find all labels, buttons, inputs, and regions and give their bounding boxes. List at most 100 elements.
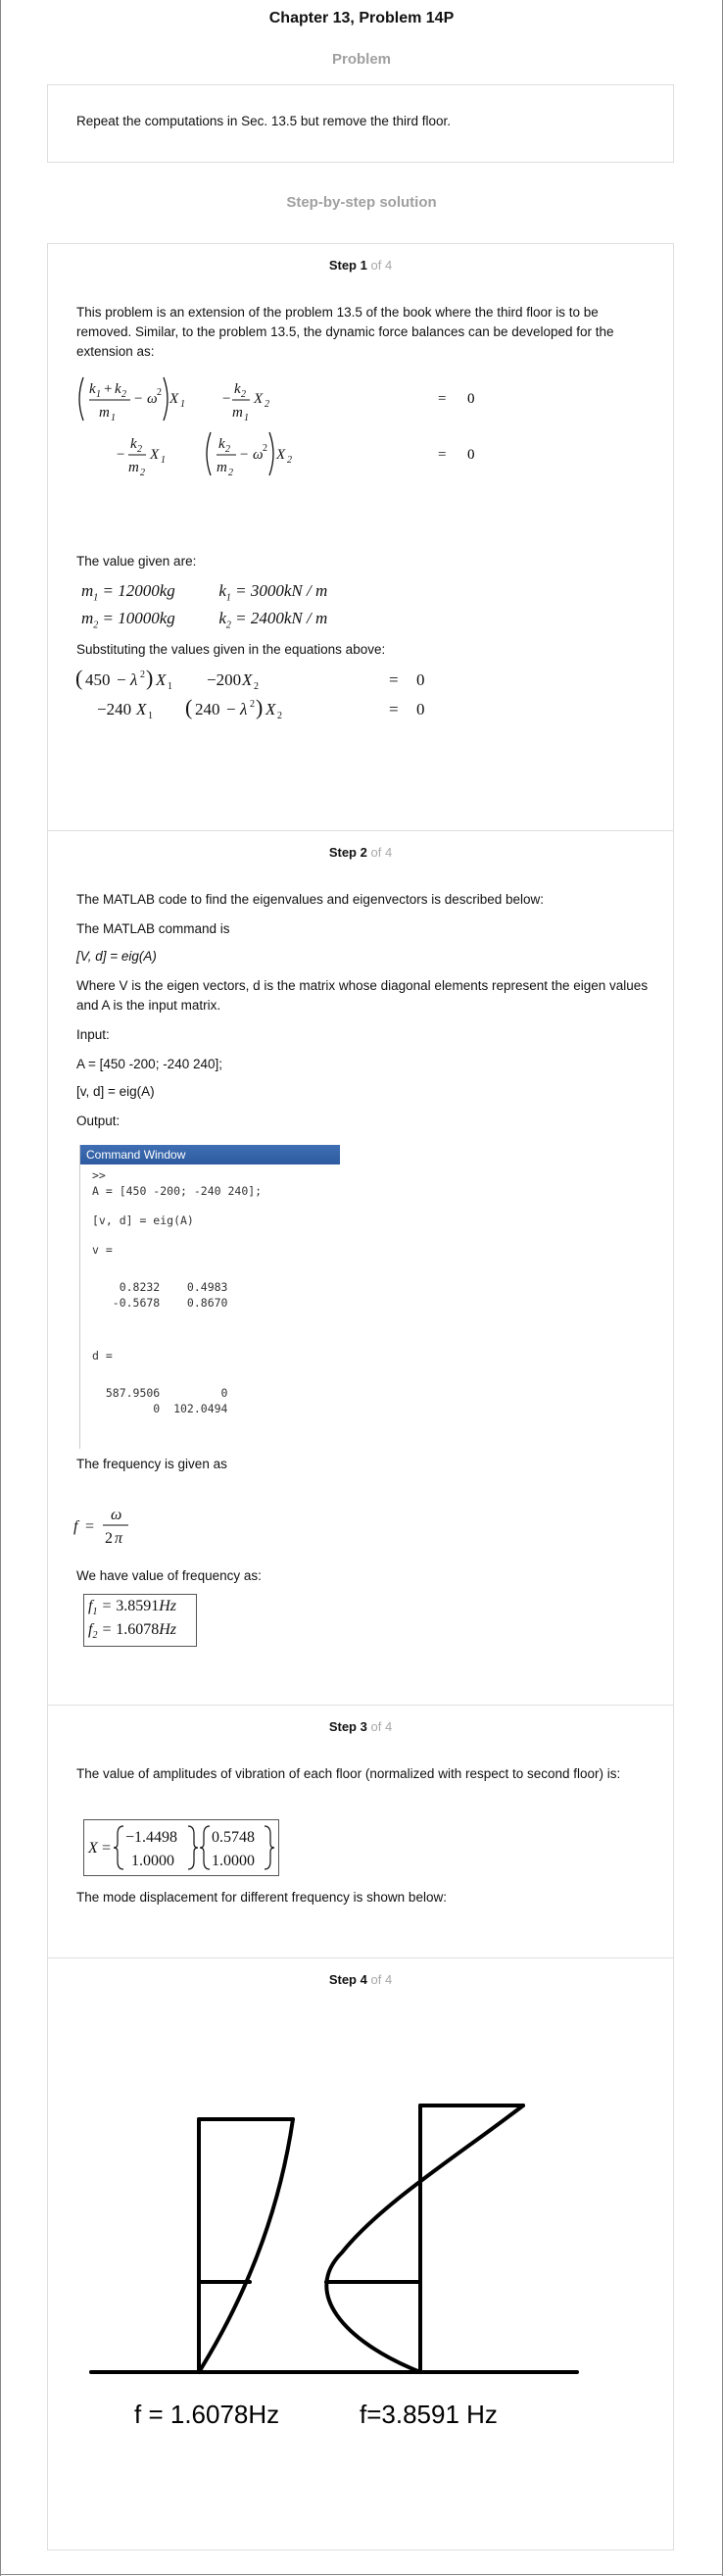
- svg-text:1: 1: [168, 681, 172, 692]
- step-2-input-label: Input:: [76, 1027, 110, 1042]
- svg-text:(: (: [185, 695, 192, 719]
- step-2-input-line-2: [v, d] = eig(A): [76, 1084, 155, 1099]
- f2-value: 1.6078: [116, 1621, 160, 1638]
- step-3-text: The value of amplitudes of vibration of …: [76, 1766, 621, 1781]
- command-window-body: >> A = [450 -200; -240 240]; [v, d] = ei…: [80, 1164, 340, 1415]
- m2-value: 10000: [118, 609, 160, 627]
- svg-text:1: 1: [96, 389, 101, 400]
- svg-text:2: 2: [140, 669, 145, 680]
- cmd-line: [v, d] = eig(A): [92, 1214, 194, 1227]
- cmd-line: >>: [92, 1168, 106, 1182]
- svg-text:X: X: [149, 447, 160, 463]
- svg-text:2: 2: [265, 399, 269, 410]
- cmd-line: A = [450 -200; -240 240];: [92, 1184, 263, 1198]
- step-1-subst-label: Substituting the values given in the equ…: [76, 642, 386, 657]
- step-3-header: Step 3 of 4: [328, 1719, 393, 1734]
- svg-text:−: −: [222, 391, 230, 407]
- m1-unit: kg: [159, 581, 175, 600]
- k1-unit: kN / m: [283, 581, 328, 600]
- eq1-a: 450: [85, 670, 111, 689]
- svg-text:−: −: [226, 700, 236, 718]
- svg-text:1: 1: [111, 413, 116, 423]
- svg-text:−: −: [240, 447, 248, 463]
- f2-result: f2 = 1.6078Hz: [88, 1621, 177, 1642]
- m1-value: 12000: [118, 581, 160, 600]
- f1-value: 3.8591: [116, 1598, 160, 1614]
- step-3-of: of 4: [370, 1719, 393, 1734]
- svg-text:X: X: [241, 670, 253, 689]
- step-2-cmd: [V, d] = eig(A): [76, 949, 157, 964]
- svg-text:k: k: [234, 381, 241, 397]
- step-2-cmd-label: The MATLAB command is: [76, 921, 230, 936]
- step-2-intro: The MATLAB code to find the eigenvalues …: [76, 892, 545, 907]
- page-bottom-border: [0, 2574, 723, 2575]
- command-window-title: Command Window: [80, 1145, 340, 1164]
- svg-text:X: X: [135, 700, 147, 718]
- cmd-line: d =: [92, 1349, 113, 1362]
- svg-text:m: m: [217, 460, 227, 475]
- low-mode-curve: [197, 2117, 295, 2374]
- svg-text:2: 2: [263, 443, 267, 454]
- svg-text:2: 2: [228, 468, 233, 478]
- amplitude-vectors: X = −1.4498 1.0000 0.5748 1.0000: [87, 1825, 275, 1870]
- svg-text:m: m: [99, 405, 110, 421]
- eq2-rhs: 0: [416, 700, 425, 718]
- svg-text:=: =: [389, 670, 399, 689]
- eq2-a: −240: [97, 700, 131, 718]
- vec2-row-2: 1.0000: [212, 1853, 255, 1869]
- step-2-where: Where V is the eigen vectors, d is the m…: [76, 978, 649, 1013]
- eq1-rhs: 0: [416, 670, 425, 689]
- step-2-freq-have: We have value of frequency as:: [76, 1568, 262, 1583]
- problem-text: Repeat the computations in Sec. 13.5 but…: [76, 114, 451, 128]
- svg-text:1: 1: [161, 455, 166, 466]
- eq2-b: 240: [195, 700, 220, 718]
- step-1-intro: This problem is an extension of the prob…: [76, 305, 614, 359]
- f1-unit: Hz: [159, 1598, 177, 1614]
- svg-text:X: X: [169, 391, 179, 407]
- svg-text:λ: λ: [129, 670, 137, 689]
- eq1-b: −200: [207, 670, 241, 689]
- step-2-input-line-1: A = [450 -200; -240 240];: [76, 1057, 222, 1071]
- given-values-row-1: m1 = 12000kg k1 = 3000kN / m: [81, 581, 328, 604]
- k2-value: 2400: [250, 609, 284, 627]
- svg-text:k: k: [130, 436, 137, 452]
- m2-unit: kg: [159, 609, 175, 627]
- high-frequency-label: f=3.8591 Hz: [360, 2400, 498, 2429]
- svg-text:1: 1: [180, 399, 185, 410]
- problem-card: Repeat the computations in Sec. 13.5 but…: [47, 84, 674, 163]
- svg-text:2: 2: [225, 444, 230, 455]
- matlab-command-window: Command Window >> A = [450 -200; -240 24…: [79, 1145, 340, 1449]
- svg-text:1: 1: [148, 711, 153, 721]
- step-3-card: Step 3 of 4 The value of amplitudes of v…: [47, 1706, 674, 1958]
- page-title: Chapter 13, Problem 14P: [268, 10, 455, 26]
- vec1-row-1: −1.4498: [125, 1829, 177, 1846]
- svg-text:2: 2: [241, 389, 246, 400]
- step-2-number: 2: [360, 845, 367, 860]
- svg-text:X: X: [87, 1840, 99, 1857]
- k1-value: 3000: [250, 581, 284, 600]
- cmd-line: 0.8232 0.4983: [92, 1280, 228, 1294]
- svg-text:2: 2: [287, 455, 292, 466]
- svg-text:λ: λ: [239, 700, 247, 718]
- k2-unit: kN / m: [283, 609, 328, 627]
- svg-text:2: 2: [137, 444, 142, 455]
- svg-text:2: 2: [254, 681, 259, 692]
- svg-text:(: (: [75, 666, 82, 690]
- svg-text:ω: ω: [147, 391, 158, 407]
- low-frequency-label: f = 1.6078Hz: [134, 2400, 279, 2429]
- svg-text:=: =: [438, 447, 446, 463]
- solution-heading: Step-by-step solution: [286, 194, 437, 211]
- step-1-values-label: The value given are:: [76, 554, 197, 569]
- svg-text:k: k: [115, 381, 121, 397]
- svg-text:2: 2: [277, 711, 282, 721]
- svg-text:X: X: [155, 670, 167, 689]
- given-values-row-2: m2 = 10000kg k2 = 2400kN / m: [81, 609, 328, 631]
- svg-text:): ): [256, 695, 263, 719]
- high-mode-curve: [324, 2104, 525, 2374]
- f2-unit: Hz: [159, 1621, 177, 1638]
- svg-text:X: X: [275, 447, 286, 463]
- cmd-line: -0.5678 0.8670: [92, 1296, 228, 1310]
- eq-b-rhs: 0: [467, 447, 475, 463]
- page-left-border: [0, 0, 1, 2576]
- svg-text:f: f: [73, 1518, 80, 1535]
